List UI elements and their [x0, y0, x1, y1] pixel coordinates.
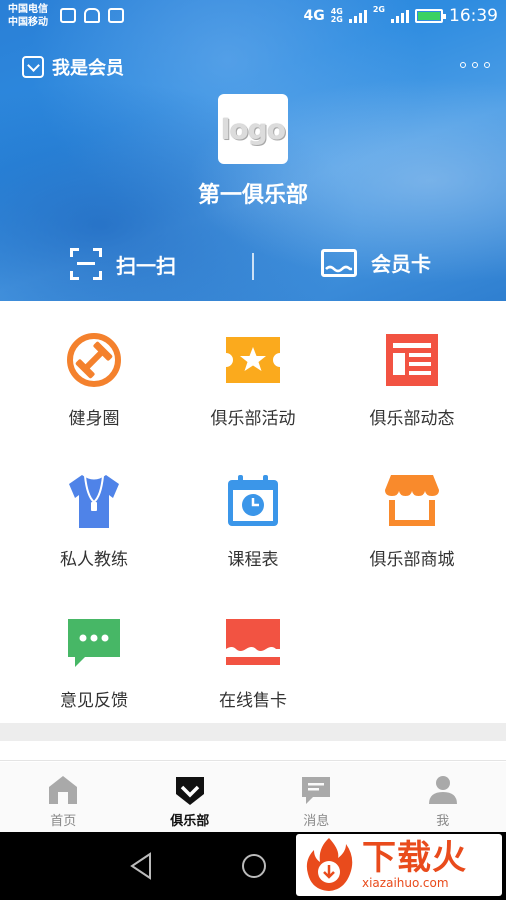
tab-label: 消息 [303, 814, 330, 829]
coach-shirt-icon [65, 472, 123, 530]
grid-item-feedback[interactable]: 意见反馈 [10, 583, 178, 723]
member-card-icon [321, 248, 357, 277]
chevron-down-icon [22, 56, 44, 78]
tab-label: 首页 [50, 814, 77, 829]
dot-icon [484, 62, 490, 68]
header-actions: 扫一扫 会员卡 [0, 236, 506, 296]
watermark-brand: 下载火 [362, 838, 467, 878]
flame-logo-icon [300, 836, 358, 894]
watermark: 下载火 xiazaihuo.com [296, 834, 502, 896]
tab-home[interactable]: 首页 [0, 762, 127, 832]
member-switch-button[interactable]: 我是会员 [22, 54, 124, 80]
scan-label: 扫一扫 [116, 253, 176, 278]
tab-profile[interactable]: 我 [380, 762, 506, 832]
home-button[interactable] [238, 850, 270, 882]
more-options-button[interactable] [460, 62, 490, 68]
clock: 16:39 [449, 6, 498, 26]
scan-icon [70, 248, 102, 280]
grid-item-label: 课程表 [227, 550, 279, 570]
carrier-1: 中国电信 [8, 4, 48, 15]
message-icon [300, 774, 332, 806]
grid-item-personal-trainer[interactable]: 私人教练 [10, 442, 178, 582]
status-right: 4G 4G 2G 2G 16:39 [303, 5, 498, 27]
back-button[interactable] [126, 850, 158, 882]
grid-item-online-card-sale[interactable]: 在线售卡 [169, 583, 337, 723]
grid-item-fitness-circle[interactable]: 健身圈 [10, 301, 178, 441]
battery-icon [415, 9, 446, 23]
bottom-tab-bar: 首页 俱乐部 消息 我 [0, 762, 506, 832]
network-dual: 4G 2G [331, 8, 343, 24]
tab-label: 我 [436, 814, 450, 829]
grid-item-club-news[interactable]: 俱乐部动态 [328, 301, 496, 441]
feature-grid: 健身圈 俱乐部活动 俱乐部动态 私人教练 课程表 俱乐部商城 意见反馈 在线售卡 [0, 301, 506, 723]
dot-icon [472, 62, 478, 68]
blank-section [0, 741, 506, 761]
grid-item-club-store[interactable]: 俱乐部商城 [328, 442, 496, 582]
member-card-label: 会员卡 [371, 252, 431, 276]
network-3: 2G [372, 5, 385, 14]
carrier-2: 中国移动 [8, 17, 48, 28]
network-dual-bottom: 2G [330, 15, 343, 24]
home-icon [47, 774, 79, 806]
member-label: 我是会员 [52, 58, 124, 79]
club-icon [174, 774, 206, 806]
grid-item-label: 俱乐部动态 [369, 409, 455, 429]
chat-bubble-icon [65, 613, 123, 671]
watermark-text: 下载火 xiazaihuo.com [362, 840, 467, 890]
carrier-info: 中国电信 中国移动 [8, 3, 48, 29]
ticket-star-icon [224, 331, 282, 389]
divider [252, 253, 254, 280]
tab-label: 俱乐部 [170, 814, 210, 829]
grid-item-label: 俱乐部活动 [210, 409, 296, 429]
club-logo: logo [218, 94, 288, 164]
notification-icons [60, 8, 124, 23]
news-icon [383, 331, 441, 389]
network-type: 4G [303, 8, 325, 24]
grid-item-label: 俱乐部商城 [369, 550, 455, 570]
profile-icon [427, 774, 459, 806]
car-notify-icon [84, 8, 100, 23]
status-bar: 中国电信 中国移动 4G 4G 2G 2G 16:39 [0, 0, 506, 34]
tab-messages[interactable]: 消息 [253, 762, 380, 832]
tab-club[interactable]: 俱乐部 [127, 762, 254, 832]
grid-item-label: 私人教练 [60, 550, 128, 570]
grid-item-label: 在线售卡 [219, 691, 287, 711]
watermark-url: xiazaihuo.com [362, 876, 449, 890]
image-notify-icon [108, 8, 124, 23]
card-sale-icon [224, 613, 282, 671]
scan-button[interactable]: 扫一扫 [70, 248, 176, 280]
logo-text: logo [220, 112, 286, 146]
section-separator [0, 723, 506, 741]
dumbbell-icon [65, 331, 123, 389]
club-name: 第一俱乐部 [197, 183, 308, 208]
signal-icon [348, 9, 367, 23]
grid-item-label: 健身圈 [68, 409, 120, 429]
shield-notify-icon [60, 8, 76, 23]
club-header: 中国电信 中国移动 4G 4G 2G 2G 16:39 我是会员 logo 第一… [0, 0, 506, 301]
grid-item-club-activity[interactable]: 俱乐部活动 [169, 301, 337, 441]
signal-icon-2 [391, 9, 409, 23]
grid-item-label: 意见反馈 [60, 691, 128, 711]
grid-item-schedule[interactable]: 课程表 [169, 442, 337, 582]
member-card-button[interactable]: 会员卡 [321, 248, 431, 277]
calendar-clock-icon [224, 472, 282, 530]
shop-icon [383, 472, 441, 530]
dot-icon [460, 62, 466, 68]
